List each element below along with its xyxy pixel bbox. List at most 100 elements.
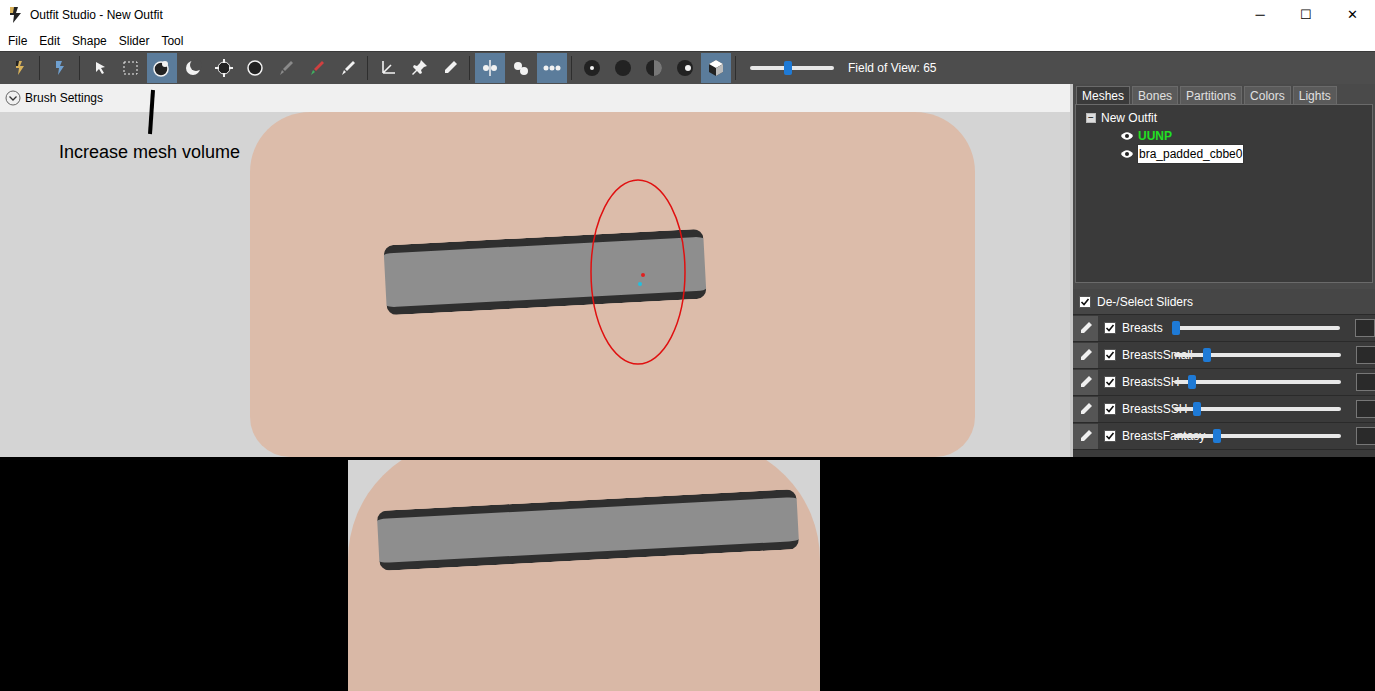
tool-button[interactable]: [5, 53, 35, 83]
tab[interactable]: Lights: [1293, 86, 1337, 104]
window-control-button[interactable]: ✕: [1329, 0, 1375, 30]
checkbox[interactable]: [1104, 322, 1116, 334]
brush-cursor: [591, 180, 685, 364]
tool-button[interactable]: [435, 53, 465, 83]
slider-value-box[interactable]: [1356, 373, 1375, 391]
tool-button[interactable]: [240, 53, 270, 83]
tool-button[interactable]: [404, 53, 434, 83]
tool-button[interactable]: [506, 53, 536, 83]
slider-row: BreastsSSH: [1073, 396, 1375, 423]
menu-item[interactable]: Tool: [155, 32, 189, 50]
app-icon: [8, 6, 22, 24]
slider-edit-button[interactable]: [1073, 397, 1098, 422]
slider-track[interactable]: [1174, 374, 1341, 390]
all-points-icon: [542, 58, 562, 78]
pencil-icon: [1079, 402, 1093, 416]
slider-value-box[interactable]: [1356, 400, 1375, 418]
tree-root[interactable]: −New Outfit: [1076, 109, 1372, 127]
tool-button[interactable]: [608, 53, 638, 83]
tool-button[interactable]: [701, 53, 731, 83]
select-arrow-icon: [90, 58, 110, 78]
slider-thumb[interactable]: [1213, 429, 1221, 443]
slider-thumb[interactable]: [1193, 402, 1201, 416]
slider-thumb[interactable]: [1203, 348, 1211, 362]
expand-chevron-icon[interactable]: [5, 90, 21, 106]
tool-button[interactable]: [475, 53, 505, 83]
paint-brush-icon: [276, 58, 296, 78]
menu-bar: FileEditShapeSliderTool: [0, 30, 1375, 51]
inflate-brush-icon: [152, 58, 172, 78]
comparison-picture: [348, 460, 820, 691]
menu-item[interactable]: File: [2, 32, 33, 50]
toolbar-separator: [39, 56, 40, 80]
window-control-button[interactable]: ─: [1237, 0, 1283, 30]
slider-name: BreastsFantasy: [1122, 427, 1170, 445]
annotation-overlay: [0, 84, 1070, 457]
move-brush-icon: [214, 58, 234, 78]
tool-button[interactable]: [577, 53, 607, 83]
tab[interactable]: Meshes: [1076, 86, 1130, 104]
tool-button[interactable]: [147, 53, 177, 83]
slider-edit-button[interactable]: [1073, 316, 1098, 341]
tool-button[interactable]: [85, 53, 115, 83]
fov-slider-thumb[interactable]: [784, 61, 792, 75]
tree-toggle[interactable]: −: [1086, 113, 1096, 123]
tab-bar: MeshesBonesPartitionsColorsLights: [1073, 84, 1375, 104]
pencil-icon: [1079, 375, 1093, 389]
tree-item[interactable]: UUNP: [1076, 127, 1372, 145]
slider-name: BreastsSmall: [1122, 346, 1170, 364]
tool-button[interactable]: [639, 53, 669, 83]
slider-header[interactable]: De-/Select Sliders: [1073, 289, 1375, 315]
checkbox[interactable]: [1104, 349, 1116, 361]
slider-edit-button[interactable]: [1073, 370, 1098, 395]
tree-item[interactable]: bra_padded_cbbe0: [1076, 145, 1372, 163]
tool-button[interactable]: [271, 53, 301, 83]
tool-button[interactable]: [209, 53, 239, 83]
tool-button[interactable]: [670, 53, 700, 83]
tool-button[interactable]: [178, 53, 208, 83]
toolbar: Field of View: 65: [0, 51, 1375, 84]
fov-slider[interactable]: [750, 60, 834, 76]
viewport[interactable]: [0, 112, 1070, 457]
menu-item[interactable]: Slider: [113, 32, 156, 50]
app-window: Outfit Studio - New Outfit─☐✕FileEditSha…: [0, 0, 1375, 691]
small-dot-icon: [582, 58, 602, 78]
slider-thumb[interactable]: [1188, 375, 1196, 389]
brush-settings-bar[interactable]: Brush Settings: [0, 84, 1070, 112]
slider-value-box[interactable]: [1356, 427, 1375, 445]
pencil-icon: [1079, 429, 1093, 443]
checkbox[interactable]: [1104, 376, 1116, 388]
brush-center-dot: [641, 273, 645, 277]
check-icon: [1080, 297, 1090, 307]
menu-item[interactable]: Shape: [66, 32, 113, 50]
pencil-icon: [1079, 321, 1093, 335]
tab[interactable]: Colors: [1244, 86, 1291, 104]
checkbox[interactable]: [1079, 296, 1091, 308]
slider-track[interactable]: [1174, 347, 1341, 363]
slider-value-box[interactable]: [1355, 319, 1375, 337]
window-control-button[interactable]: ☐: [1283, 0, 1329, 30]
tab[interactable]: Partitions: [1180, 86, 1242, 104]
slider-track[interactable]: [1174, 428, 1341, 444]
eye-icon[interactable]: [1120, 131, 1134, 141]
tool-button[interactable]: [537, 53, 567, 83]
deflate-brush-icon: [183, 58, 203, 78]
slider-track[interactable]: [1173, 320, 1340, 336]
tool-button[interactable]: [333, 53, 363, 83]
slider-track[interactable]: [1174, 401, 1341, 417]
slider-edit-button[interactable]: [1073, 424, 1098, 449]
menu-item[interactable]: Edit: [33, 32, 66, 50]
half-dot-icon: [644, 58, 664, 78]
reference-logo-icon: [50, 58, 70, 78]
tab[interactable]: Bones: [1132, 86, 1178, 104]
slider-edit-button[interactable]: [1073, 343, 1098, 368]
checkbox[interactable]: [1104, 430, 1116, 442]
tool-button[interactable]: [373, 53, 403, 83]
tool-button[interactable]: [116, 53, 146, 83]
tool-button[interactable]: [45, 53, 75, 83]
eye-icon[interactable]: [1120, 149, 1134, 159]
slider-thumb[interactable]: [1172, 321, 1180, 335]
tool-button[interactable]: [302, 53, 332, 83]
slider-value-box[interactable]: [1356, 346, 1375, 364]
checkbox[interactable]: [1104, 403, 1116, 415]
